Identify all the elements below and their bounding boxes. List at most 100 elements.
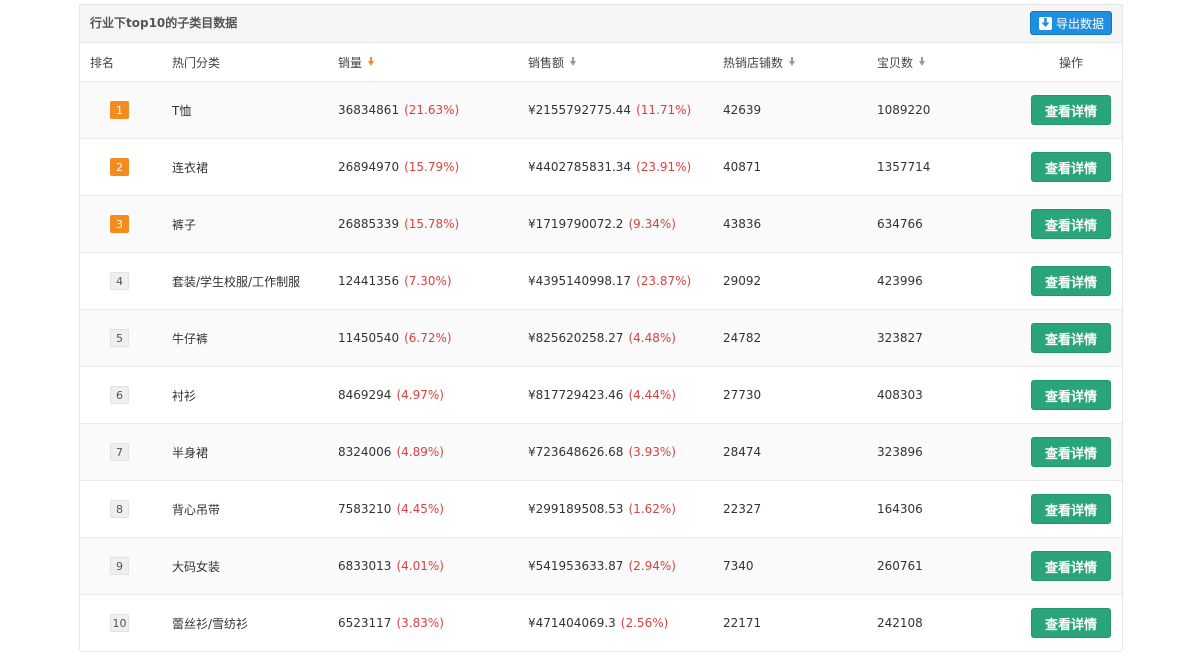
amount-value: ¥471404069.3 [528, 616, 616, 630]
category-name: 套装/学生校服/工作制服 [172, 274, 301, 289]
view-details-button[interactable]: 查看详情 [1031, 95, 1111, 125]
category-name: 半身裙 [172, 445, 209, 460]
category-name: 大码女装 [172, 559, 221, 574]
amount-cell: ¥817729423.46 (4.44%) [528, 367, 676, 423]
amount-percent: (1.62%) [628, 502, 676, 516]
col-header-volume[interactable]: 销量 [338, 43, 375, 81]
view-details-button[interactable]: 查看详情 [1031, 266, 1111, 296]
action-cell: 查看详情 [1031, 253, 1111, 309]
amount-percent: (4.48%) [628, 331, 676, 345]
shops-value: 40871 [723, 160, 762, 174]
col-header-amount[interactable]: 销售额 [528, 43, 577, 81]
table-body: 1 T恤 36834861 (21.63%) ¥2155792775.44 (1… [80, 82, 1122, 652]
volume-cell: 26885339 (15.78%) [338, 196, 459, 252]
col-header-amount-label: 销售额 [528, 55, 565, 70]
shops-value: 22171 [723, 616, 762, 630]
view-details-button[interactable]: 查看详情 [1031, 323, 1111, 353]
amount-value: ¥2155792775.44 [528, 103, 632, 117]
volume-percent: (7.30%) [404, 274, 452, 288]
volume-cell: 8469294 (4.97%) [338, 367, 444, 423]
col-header-shops[interactable]: 热销店铺数 [723, 43, 796, 81]
table-header: 排名 热门分类 销量 销售额 热销店铺数 宝贝数 操作 [80, 43, 1122, 82]
sort-desc-icon[interactable] [368, 56, 375, 66]
view-details-button[interactable]: 查看详情 [1031, 551, 1111, 581]
shops-value: 29092 [723, 274, 762, 288]
volume-value: 8324006 [338, 445, 392, 459]
amount-percent: (4.44%) [628, 388, 676, 402]
amount-value: ¥4395140998.17 [528, 274, 632, 288]
items-value: 164306 [877, 502, 923, 516]
volume-value: 36834861 [338, 103, 400, 117]
category-name: T恤 [172, 103, 192, 118]
shops-value: 43836 [723, 217, 762, 231]
category-name: 背心吊带 [172, 502, 221, 517]
items-value: 323896 [877, 445, 923, 459]
rank-badge: 9 [110, 557, 129, 575]
items-value: 242108 [877, 616, 923, 630]
action-cell: 查看详情 [1031, 310, 1111, 366]
table-row: 2 连衣裙 26894970 (15.79%) ¥4402785831.34 (… [80, 139, 1122, 196]
shops-value: 24782 [723, 331, 762, 345]
items-value: 260761 [877, 559, 923, 573]
action-cell: 查看详情 [1031, 196, 1111, 252]
view-details-button[interactable]: 查看详情 [1031, 380, 1111, 410]
amount-percent: (11.71%) [636, 103, 692, 117]
volume-cell: 6523117 (3.83%) [338, 595, 444, 651]
volume-value: 7583210 [338, 502, 392, 516]
view-details-button[interactable]: 查看详情 [1031, 209, 1111, 239]
rank-badge: 4 [110, 272, 129, 290]
table-row: 8 背心吊带 7583210 (4.45%) ¥299189508.53 (1.… [80, 481, 1122, 538]
action-cell: 查看详情 [1031, 595, 1111, 651]
rank-badge: 1 [110, 101, 129, 119]
view-details-button[interactable]: 查看详情 [1031, 494, 1111, 524]
rank-badge: 6 [110, 386, 129, 404]
amount-percent: (23.87%) [636, 274, 692, 288]
col-header-action: 操作 [1058, 55, 1083, 70]
category-name: 连衣裙 [172, 160, 209, 175]
shops-value: 42639 [723, 103, 762, 117]
volume-value: 11450540 [338, 331, 400, 345]
volume-percent: (4.97%) [396, 388, 444, 402]
view-details-button[interactable]: 查看详情 [1031, 608, 1111, 638]
view-details-button[interactable]: 查看详情 [1031, 437, 1111, 467]
volume-value: 8469294 [338, 388, 392, 402]
sort-desc-icon[interactable] [789, 56, 796, 66]
category-name: 牛仔裤 [172, 331, 209, 346]
items-value: 1357714 [877, 160, 931, 174]
volume-value: 6523117 [338, 616, 392, 630]
items-value: 634766 [877, 217, 923, 231]
amount-cell: ¥825620258.27 (4.48%) [528, 310, 676, 366]
volume-cell: 26894970 (15.79%) [338, 139, 459, 195]
volume-cell: 6833013 (4.01%) [338, 538, 444, 594]
amount-value: ¥825620258.27 [528, 331, 624, 345]
top10-subcategory-panel: 行业下top10的子类目数据 导出数据 排名 热门分类 销量 销售额 热销店铺数 [79, 4, 1123, 652]
export-data-button[interactable]: 导出数据 [1029, 11, 1112, 35]
col-header-items[interactable]: 宝贝数 [877, 43, 926, 81]
sort-desc-icon[interactable] [570, 56, 577, 66]
export-data-label: 导出数据 [1055, 16, 1104, 31]
rank-badge: 8 [110, 500, 129, 518]
panel-header: 行业下top10的子类目数据 导出数据 [80, 5, 1122, 43]
category-name: 蕾丝衫/雪纺衫 [172, 616, 249, 631]
rank-badge: 3 [110, 215, 129, 233]
amount-value: ¥723648626.68 [528, 445, 624, 459]
table-row: 9 大码女装 6833013 (4.01%) ¥541953633.87 (2.… [80, 538, 1122, 595]
volume-percent: (4.45%) [396, 502, 444, 516]
items-value: 423996 [877, 274, 923, 288]
view-details-button[interactable]: 查看详情 [1031, 152, 1111, 182]
action-cell: 查看详情 [1031, 424, 1111, 480]
items-value: 323827 [877, 331, 923, 345]
amount-percent: (3.93%) [628, 445, 676, 459]
volume-value: 6833013 [338, 559, 392, 573]
shops-value: 28474 [723, 445, 762, 459]
action-cell: 查看详情 [1031, 367, 1111, 423]
volume-percent: (4.01%) [396, 559, 444, 573]
download-icon [1038, 16, 1052, 30]
volume-cell: 12441356 (7.30%) [338, 253, 452, 309]
table-row: 3 裤子 26885339 (15.78%) ¥1719790072.2 (9.… [80, 196, 1122, 253]
amount-cell: ¥4402785831.34 (23.91%) [528, 139, 691, 195]
sort-desc-icon[interactable] [919, 56, 926, 66]
volume-percent: (15.78%) [404, 217, 460, 231]
volume-value: 26894970 [338, 160, 400, 174]
amount-cell: ¥4395140998.17 (23.87%) [528, 253, 691, 309]
